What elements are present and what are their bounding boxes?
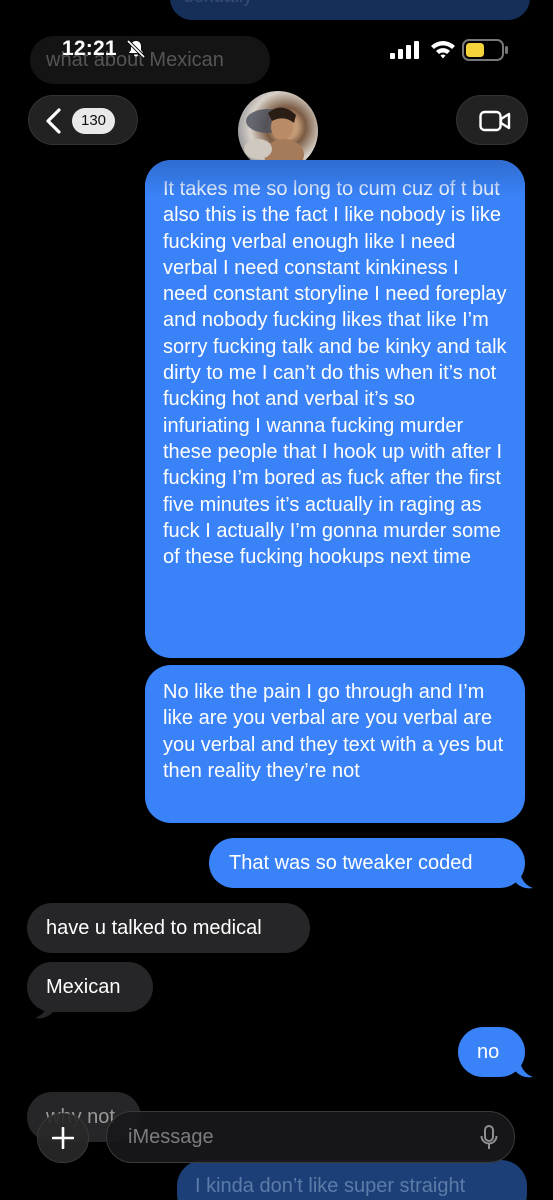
outgoing-message[interactable]: That was so tweaker coded	[209, 838, 525, 888]
back-button[interactable]: 130	[28, 95, 138, 145]
facetime-video-button[interactable]	[456, 95, 528, 145]
plus-icon	[52, 1127, 74, 1149]
message-input-placeholder: iMessage	[128, 1126, 214, 1148]
microphone-icon[interactable]	[480, 1125, 498, 1151]
outgoing-message[interactable]: No like the pain I go through and I’m li…	[145, 665, 525, 823]
battery-icon	[462, 39, 508, 61]
video-camera-icon	[479, 110, 511, 132]
bell-slash-icon	[126, 39, 146, 59]
wifi-icon	[431, 41, 455, 59]
faded-outgoing-bubble: I kinda don’t like super straight	[177, 1160, 527, 1200]
avatar-portrait-icon	[244, 107, 304, 171]
bubble-tail-incoming	[35, 998, 53, 1019]
unread-count-badge: 130	[72, 108, 116, 134]
header-fade-overlay	[145, 160, 525, 196]
status-time: 12:21	[62, 37, 117, 60]
outgoing-message[interactable]: It takes me so long to cum cuz of t but …	[145, 160, 525, 658]
faded-outgoing-text: I kinda don’t like super straight	[195, 1175, 466, 1197]
bubble-tail-outgoing	[515, 1057, 533, 1078]
apps-plus-button[interactable]	[37, 1113, 89, 1163]
messages-screen: sexually what about Mexican 12:21	[0, 0, 553, 1200]
imessage-input[interactable]: iMessage	[106, 1111, 515, 1163]
chevron-left-icon	[46, 108, 61, 134]
status-bar: 12:21	[0, 0, 553, 80]
cellular-signal-icon	[390, 41, 419, 59]
incoming-message[interactable]: have u talked to medical	[27, 903, 310, 953]
bubble-tail-outgoing	[515, 868, 533, 889]
contact-avatar[interactable]	[238, 91, 318, 171]
